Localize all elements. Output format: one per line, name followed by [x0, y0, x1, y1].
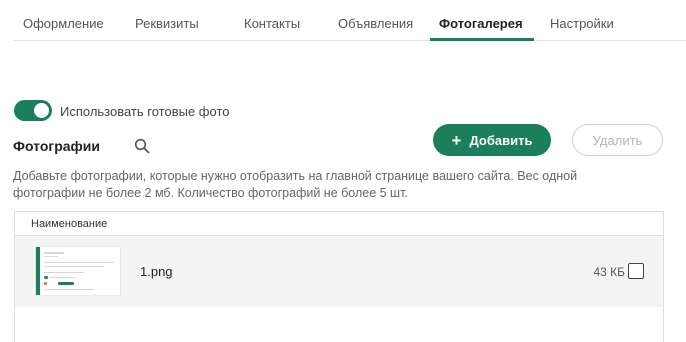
tab-bar: Оформление Реквизиты Контакты Объявления… — [13, 0, 686, 41]
tab-announcements[interactable]: Объявления — [338, 16, 413, 31]
delete-button-label: Удалить — [592, 132, 643, 148]
table-header: Наименование — [15, 212, 663, 236]
photo-gallery-page: Оформление Реквизиты Контакты Объявления… — [0, 0, 686, 342]
photos-hint-text: Добавьте фотографии, которые нужно отобр… — [13, 169, 578, 200]
photo-thumbnail — [35, 246, 121, 296]
table-row[interactable]: 1.png 43 КБ — [15, 236, 663, 307]
plus-icon: + — [451, 130, 462, 150]
use-ready-photos-toggle[interactable] — [14, 100, 52, 121]
tab-design[interactable]: Оформление — [23, 16, 104, 31]
tab-photo-gallery[interactable]: Фотогалерея — [439, 16, 523, 31]
search-icon[interactable] — [134, 138, 150, 154]
tab-requisites[interactable]: Реквизиты — [135, 16, 199, 31]
file-size: 43 КБ — [593, 265, 625, 279]
add-button-label: Добавить — [469, 132, 533, 148]
add-photo-button[interactable]: + Добавить — [433, 124, 551, 156]
photos-section-title: Фотографии — [13, 138, 101, 154]
delete-photo-button[interactable]: Удалить — [572, 124, 663, 156]
row-checkbox[interactable] — [628, 263, 644, 279]
column-header-name: Наименование — [31, 217, 108, 230]
toggle-knob — [34, 103, 49, 118]
active-tab-indicator — [430, 38, 534, 41]
file-name: 1.png — [140, 264, 173, 279]
tab-settings[interactable]: Настройки — [550, 16, 614, 31]
toggle-label: Использовать готовые фото — [60, 104, 230, 119]
photos-table: Наименование 1.png 43 КБ — [14, 211, 664, 342]
tab-contacts[interactable]: Контакты — [244, 16, 300, 31]
